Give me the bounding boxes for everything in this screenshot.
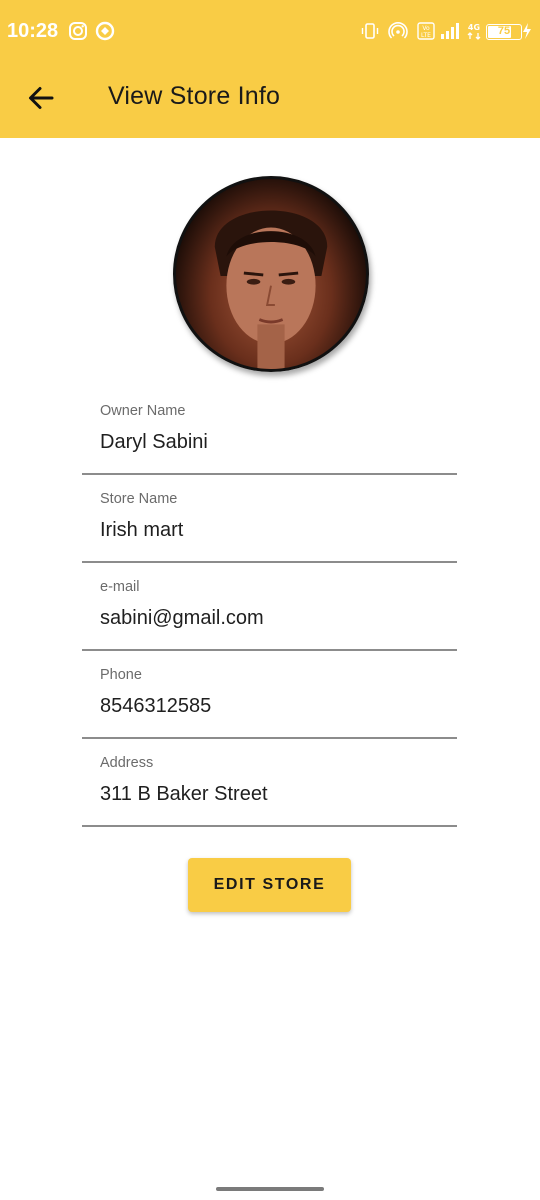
email-value: sabini@gmail.com bbox=[100, 607, 264, 629]
charging-icon bbox=[520, 21, 534, 41]
app-notification-icon bbox=[95, 21, 115, 41]
owner-name-value: Daryl Sabini bbox=[100, 431, 208, 453]
phone-label: Phone bbox=[100, 667, 142, 683]
address-field: Address 311 B Baker Street bbox=[82, 749, 457, 827]
volte-icon: Vo LTE bbox=[416, 21, 436, 41]
svg-text:Vo: Vo bbox=[422, 25, 430, 32]
status-bar: 10:28 Vo LTE 4G 75 bbox=[0, 0, 540, 62]
address-value: 311 B Baker Street bbox=[100, 783, 268, 805]
svg-text:LTE: LTE bbox=[421, 32, 431, 39]
signal-icon bbox=[440, 21, 460, 41]
app-bar: View Store Info bbox=[0, 62, 540, 138]
back-button[interactable] bbox=[22, 78, 62, 118]
instagram-icon bbox=[68, 21, 88, 41]
email-label: e-mail bbox=[100, 579, 140, 595]
edit-store-button[interactable]: EDIT STORE bbox=[188, 858, 351, 912]
arrow-back-icon bbox=[29, 87, 54, 109]
vibrate-icon bbox=[360, 21, 380, 41]
home-indicator[interactable] bbox=[216, 1187, 324, 1191]
store-name-value: Irish mart bbox=[100, 519, 184, 541]
battery-icon: 75 bbox=[486, 24, 522, 40]
phone-value: 8546312585 bbox=[100, 695, 212, 717]
phone-field: Phone 8546312585 bbox=[82, 661, 457, 739]
page-title: View Store Info bbox=[108, 82, 281, 110]
store-name-field: Store Name Irish mart bbox=[82, 485, 457, 563]
owner-name-label: Owner Name bbox=[100, 403, 186, 419]
status-time: 10:28 bbox=[7, 20, 59, 42]
store-name-label: Store Name bbox=[100, 491, 178, 507]
owner-name-field: Owner Name Daryl Sabini bbox=[82, 397, 457, 475]
avatar bbox=[173, 176, 369, 372]
hotspot-icon bbox=[388, 21, 408, 41]
svg-text:4G: 4G bbox=[468, 23, 480, 32]
4g-icon: 4G bbox=[464, 21, 484, 41]
address-label: Address bbox=[100, 755, 154, 771]
email-field: e-mail sabini@gmail.com bbox=[82, 573, 457, 651]
battery-level: 75 bbox=[497, 25, 511, 37]
